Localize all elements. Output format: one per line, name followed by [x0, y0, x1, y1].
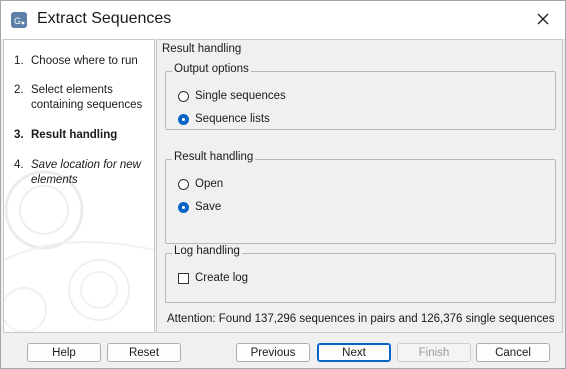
previous-button[interactable]: Previous — [236, 343, 310, 362]
panel-title: Result handling — [162, 43, 242, 55]
close-button[interactable] — [531, 9, 555, 31]
checkbox[interactable] — [178, 272, 189, 284]
button-bar: Help Reset Previous Next Finish Cancel — [1, 334, 565, 368]
radio-button-selected[interactable] — [178, 113, 189, 125]
close-icon — [537, 13, 549, 25]
result-handling-title: Result handling — [172, 151, 256, 163]
steps-sidebar: 1. Choose where to run 2. Select element… — [3, 39, 155, 333]
window-title: Extract Sequences — [37, 10, 172, 27]
attention-message: Attention: Found 137,296 sequences in pa… — [167, 313, 555, 325]
svg-text:G: G — [14, 16, 21, 26]
output-options-group: Output options Single sequences Sequence… — [165, 63, 556, 130]
log-handling-title: Log handling — [172, 245, 242, 257]
cancel-button[interactable]: Cancel — [476, 343, 550, 362]
next-button[interactable]: Next — [317, 343, 391, 362]
radio-button-selected[interactable] — [178, 201, 189, 213]
radio-open[interactable]: Open — [178, 176, 223, 192]
finish-button[interactable]: Finish — [397, 343, 471, 362]
radio-button[interactable] — [178, 90, 189, 102]
radio-save[interactable]: Save — [178, 199, 221, 215]
open-label: Open — [195, 178, 224, 190]
step-2-label: Select elements containing sequences — [31, 84, 143, 111]
dialog-window: G Extract Sequences 1. Choose where to r… — [0, 0, 566, 369]
step-1-label: Choose where to run — [31, 55, 138, 67]
step-3-label: Result handling — [31, 129, 118, 141]
sequence-lists-label: Sequence lists — [195, 113, 270, 125]
step-4-number: 4. — [14, 159, 24, 171]
title-bar: G Extract Sequences — [1, 1, 565, 39]
step-4-label: Save location for new elements — [31, 159, 141, 186]
single-sequences-label: Single sequences — [195, 90, 286, 102]
step-2-number: 2. — [14, 84, 24, 96]
output-options-title: Output options — [172, 63, 251, 75]
radio-sequence-lists[interactable]: Sequence lists — [178, 111, 270, 127]
step-3-number: 3. — [14, 129, 24, 141]
save-label: Save — [195, 201, 222, 213]
help-button[interactable]: Help — [27, 343, 101, 362]
reset-button[interactable]: Reset — [107, 343, 181, 362]
create-log-label: Create log — [195, 272, 249, 284]
radio-single-sequences[interactable]: Single sequences — [178, 88, 286, 104]
create-log-checkbox[interactable]: Create log — [178, 270, 248, 286]
log-handling-group: Log handling Create log — [165, 245, 556, 303]
app-icon: G — [11, 12, 27, 28]
radio-button[interactable] — [178, 178, 189, 190]
step-1-number: 1. — [14, 55, 24, 67]
result-handling-panel: Result handling Output options Single se… — [156, 39, 563, 333]
result-handling-group: Result handling Open Save — [165, 151, 556, 244]
